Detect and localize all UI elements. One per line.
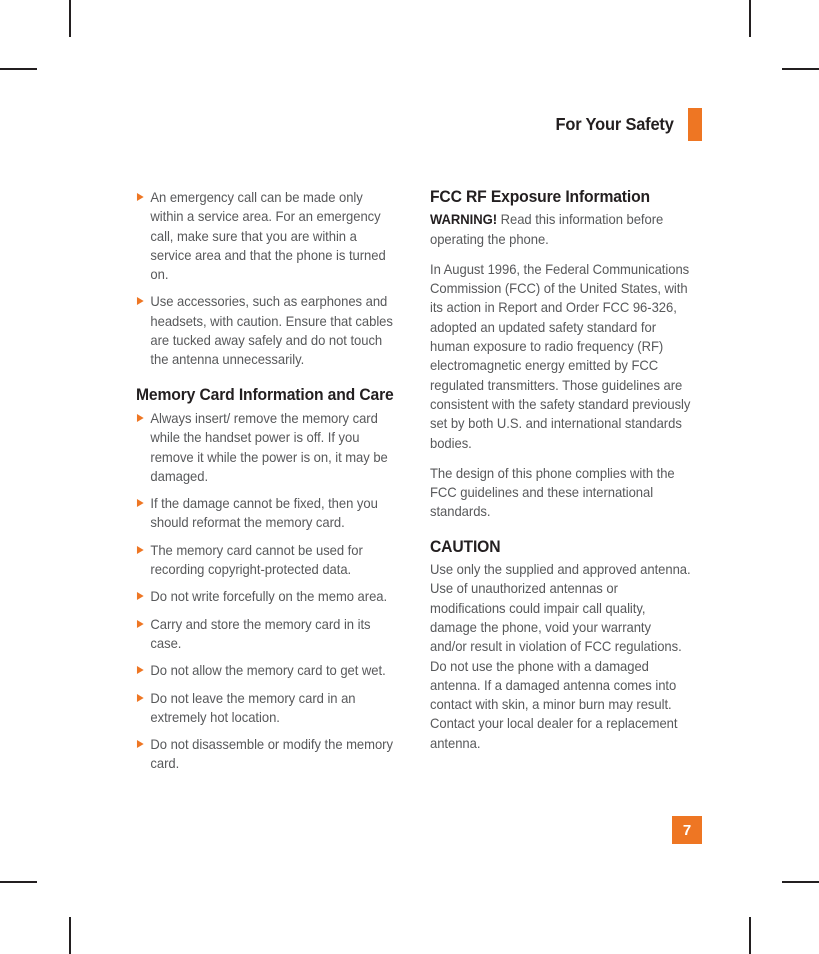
list-item-text: Do not leave the memory card in an extre… [150, 690, 356, 725]
crop-mark-top-left-vertical [69, 0, 71, 37]
warning-label: WARNING! [430, 212, 498, 228]
caution-heading: CAUTION [430, 537, 501, 556]
page-content: An emergency call can be made only withi… [136, 188, 702, 774]
fcc-rf-exposure-heading: FCC RF Exposure Information [430, 188, 650, 206]
list-item: Use accessories, such as earphones and h… [136, 292, 397, 369]
list-item: An emergency call can be made only withi… [136, 188, 397, 284]
triangle-bullet-icon [136, 740, 144, 749]
list-item: Always insert/ remove the memory card wh… [136, 409, 397, 486]
running-header: For Your Safety [0, 108, 702, 141]
triangle-bullet-icon [136, 297, 144, 306]
memory-card-heading: Memory Card Information and Care [136, 385, 394, 404]
crop-mark-bottom-right-vertical [749, 917, 751, 954]
triangle-bullet-icon [136, 545, 144, 554]
list-item: The memory card cannot be used for recor… [136, 541, 397, 580]
triangle-bullet-icon [136, 193, 144, 201]
right-column: FCC RF Exposure Information WARNING! Rea… [430, 188, 702, 774]
list-item: Do not allow the memory card to get wet. [136, 661, 397, 680]
list-item-text: Use accessories, such as earphones and h… [150, 294, 393, 368]
list-item-text: The memory card cannot be used for recor… [150, 542, 363, 578]
list-item-text: Carry and store the memory card in its c… [150, 616, 371, 651]
paragraph-august-1996: In August 1996, the Federal Communicatio… [430, 261, 691, 451]
list-item-text: If the damage cannot be fixed, then you … [150, 496, 378, 531]
list-item: Carry and store the memory card in its c… [136, 615, 397, 654]
crop-mark-top-right-vertical [749, 0, 751, 37]
list-item: If the damage cannot be fixed, then you … [136, 494, 397, 533]
triangle-bullet-icon [136, 619, 144, 628]
triangle-bullet-icon [136, 666, 144, 675]
triangle-bullet-icon [136, 693, 144, 702]
list-item-text: Do not write forcefully on the memo area… [150, 589, 388, 605]
crop-mark-top-right-horizontal [782, 68, 819, 70]
list-item-text: Do not allow the memory card to get wet. [150, 663, 386, 679]
crop-mark-bottom-left-vertical [69, 917, 71, 954]
paragraph-design-complies: The design of this phone complies with t… [430, 465, 675, 520]
crop-mark-bottom-right-horizontal [782, 881, 819, 883]
header-accent-bar [688, 108, 702, 141]
list-item-text: Do not disassemble or modify the memory … [150, 737, 393, 772]
list-item-text: An emergency call can be made only withi… [150, 190, 386, 283]
page-number-badge: 7 [672, 816, 702, 844]
triangle-bullet-icon [136, 592, 144, 601]
triangle-bullet-icon [136, 413, 144, 422]
caution-paragraph: Use only the supplied and approved anten… [430, 562, 691, 751]
memory-card-bullet-list: Always insert/ remove the memory card wh… [136, 409, 408, 774]
list-item: Do not disassemble or modify the memory … [136, 735, 397, 774]
intro-bullet-list: An emergency call can be made only withi… [136, 188, 408, 370]
list-item: Do not leave the memory card in an extre… [136, 689, 397, 728]
header-title: For Your Safety [555, 113, 674, 134]
crop-mark-bottom-left-horizontal [0, 881, 37, 883]
left-column: An emergency call can be made only withi… [136, 188, 408, 774]
list-item: Do not write forcefully on the memo area… [136, 587, 397, 606]
warning-paragraph: WARNING! Read this information before op… [430, 210, 691, 249]
triangle-bullet-icon [136, 499, 144, 508]
list-item-text: Always insert/ remove the memory card wh… [150, 410, 388, 484]
crop-mark-top-left-horizontal [0, 68, 37, 70]
